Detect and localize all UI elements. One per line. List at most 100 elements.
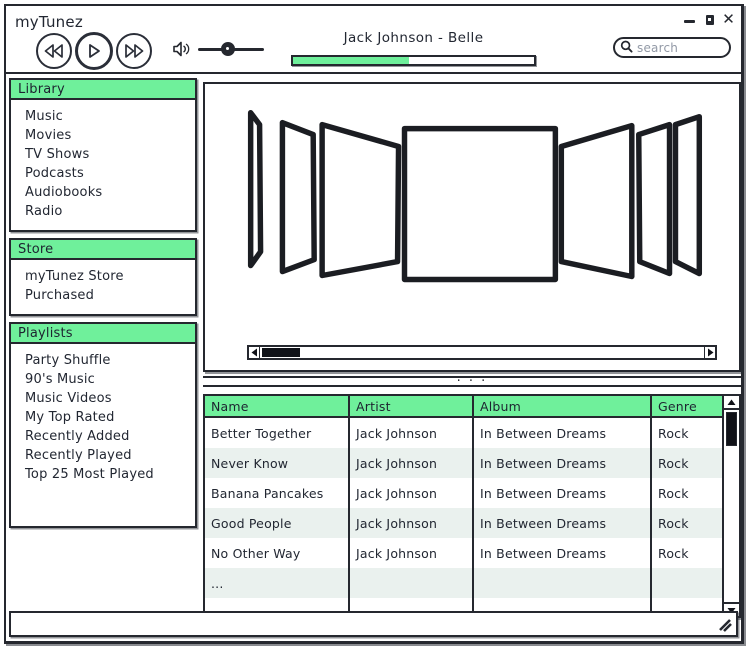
search-placeholder: search <box>637 40 679 55</box>
play-button[interactable] <box>75 32 113 70</box>
sidebar: Library Music Movies TV Shows Podcasts A… <box>9 78 197 618</box>
cell-artist: Jack Johnson <box>350 508 474 538</box>
next-button[interactable] <box>116 33 152 69</box>
panel-splitter[interactable]: · · · <box>203 373 741 389</box>
cell-genre: Rock <box>658 485 689 501</box>
scrollbar-track[interactable] <box>724 410 739 602</box>
cell-album: In Between Dreams <box>474 448 652 478</box>
cell-name: Good People <box>205 508 350 538</box>
speaker-icon[interactable] <box>172 40 194 58</box>
table-row[interactable]: ... <box>205 568 722 598</box>
sidebar-item-mytunez-store[interactable]: myTunez Store <box>11 267 195 286</box>
column-header-artist[interactable]: Artist <box>350 396 474 416</box>
cell-genre: Rock <box>658 515 689 531</box>
sidebar-item-audiobooks[interactable]: Audiobooks <box>11 183 195 202</box>
cell-name: Better Together <box>205 418 350 448</box>
volume-slider-track[interactable] <box>198 41 264 56</box>
app-title: myTunez <box>15 13 83 31</box>
rewind-icon <box>44 44 64 58</box>
cell-album: In Between Dreams <box>474 418 652 448</box>
cell-name: ... <box>205 568 350 598</box>
sidebar-item-party-shuffle[interactable]: Party Shuffle <box>11 351 195 370</box>
statusbar <box>9 611 738 637</box>
table-header-row: Name Artist Album Genre <box>205 396 722 418</box>
cell-name: Never Know <box>205 448 350 478</box>
search-input[interactable]: search <box>613 37 731 58</box>
titlebar: myTunez ✕ Jack Johnson - Belle search <box>6 6 741 74</box>
column-header-album[interactable]: Album <box>474 396 652 416</box>
table-row[interactable]: Good People Jack Johnson In Between Drea… <box>205 508 722 538</box>
coverflow-scroll-right-icon[interactable] <box>704 347 715 358</box>
track-list-panel: Name Artist Album Genre Better Together … <box>203 394 741 618</box>
scroll-up-icon[interactable] <box>724 396 739 410</box>
search-icon <box>620 38 633 57</box>
track-table-scrollbar[interactable] <box>722 396 739 616</box>
volume-control[interactable] <box>172 40 264 58</box>
sidebar-panel-library: Library Music Movies TV Shows Podcasts A… <box>9 78 197 232</box>
sidebar-item-radio[interactable]: Radio <box>11 202 195 221</box>
cell-name: No Other Way <box>205 538 350 568</box>
sidebar-item-movies[interactable]: Movies <box>11 126 195 145</box>
cell-album <box>474 568 652 598</box>
cell-artist: Jack Johnson <box>350 478 474 508</box>
column-header-name[interactable]: Name <box>205 396 350 416</box>
previous-button[interactable] <box>36 33 72 69</box>
window-controls: ✕ <box>683 12 736 27</box>
minimize-icon[interactable] <box>683 12 698 27</box>
sidebar-body-library: Music Movies TV Shows Podcasts Audiobook… <box>9 100 197 232</box>
transport-controls <box>36 32 152 70</box>
table-row[interactable]: Banana Pancakes Jack Johnson In Between … <box>205 478 722 508</box>
table-row[interactable]: Never Know Jack Johnson In Between Dream… <box>205 448 722 478</box>
table-row[interactable]: No Other Way Jack Johnson In Between Dre… <box>205 538 722 568</box>
sidebar-item-recently-played[interactable]: Recently Played <box>11 446 195 465</box>
album-artwork <box>247 109 703 283</box>
sidebar-item-music-videos[interactable]: Music Videos <box>11 389 195 408</box>
coverflow-scroll-thumb[interactable] <box>262 348 300 357</box>
scrollbar-thumb[interactable] <box>726 412 737 446</box>
resize-grip-icon[interactable] <box>717 617 733 633</box>
sidebar-panel-store: Store myTunez Store Purchased <box>9 238 197 316</box>
sidebar-item-90s-music[interactable]: 90's Music <box>11 370 195 389</box>
playback-progress-fill <box>293 57 409 64</box>
column-header-genre[interactable]: Genre <box>652 396 722 416</box>
cell-artist: Jack Johnson <box>350 448 474 478</box>
cell-genre: Rock <box>658 455 689 471</box>
maximize-icon[interactable] <box>702 12 717 27</box>
play-icon <box>86 43 102 59</box>
sidebar-body-playlists: Party Shuffle 90's Music Music Videos My… <box>9 344 197 528</box>
application-window: myTunez ✕ Jack Johnson - Belle search Li… <box>4 4 744 644</box>
sidebar-item-recently-added[interactable]: Recently Added <box>11 427 195 446</box>
coverflow-scrollbar[interactable] <box>247 345 717 360</box>
cell-genre <box>652 568 722 598</box>
sidebar-item-tv-shows[interactable]: TV Shows <box>11 145 195 164</box>
cell-album: In Between Dreams <box>474 478 652 508</box>
now-playing-title: Jack Johnson - Belle <box>343 30 484 46</box>
now-playing-display: Jack Johnson - Belle <box>291 30 536 66</box>
cell-name: Banana Pancakes <box>205 478 350 508</box>
sidebar-header-playlists[interactable]: Playlists <box>9 322 197 344</box>
volume-slider-knob[interactable] <box>220 41 235 56</box>
playback-progress-bar[interactable] <box>291 55 536 66</box>
fast-forward-icon <box>124 44 144 58</box>
sidebar-item-top-25-most-played[interactable]: Top 25 Most Played <box>11 465 195 484</box>
sidebar-item-my-top-rated[interactable]: My Top Rated <box>11 408 195 427</box>
sidebar-header-library[interactable]: Library <box>9 78 197 100</box>
album-coverflow[interactable] <box>203 82 741 372</box>
cell-artist: Jack Johnson <box>350 418 474 448</box>
cell-genre: Rock <box>658 425 689 441</box>
sidebar-body-store: myTunez Store Purchased <box>9 260 197 316</box>
cell-genre: Rock <box>658 545 689 561</box>
sidebar-header-store[interactable]: Store <box>9 238 197 260</box>
sidebar-item-music[interactable]: Music <box>11 107 195 126</box>
sidebar-item-podcasts[interactable]: Podcasts <box>11 164 195 183</box>
cell-album: In Between Dreams <box>474 538 652 568</box>
coverflow-scroll-left-icon[interactable] <box>249 347 260 358</box>
cell-artist <box>350 568 474 598</box>
track-table: Name Artist Album Genre Better Together … <box>205 396 722 616</box>
close-icon[interactable]: ✕ <box>721 12 736 27</box>
cell-album: In Between Dreams <box>474 508 652 538</box>
splitter-handle-dots: · · · <box>456 373 488 389</box>
sidebar-panel-playlists: Playlists Party Shuffle 90's Music Music… <box>9 322 197 528</box>
sidebar-item-purchased[interactable]: Purchased <box>11 286 195 305</box>
table-row[interactable]: Better Together Jack Johnson In Between … <box>205 418 722 448</box>
